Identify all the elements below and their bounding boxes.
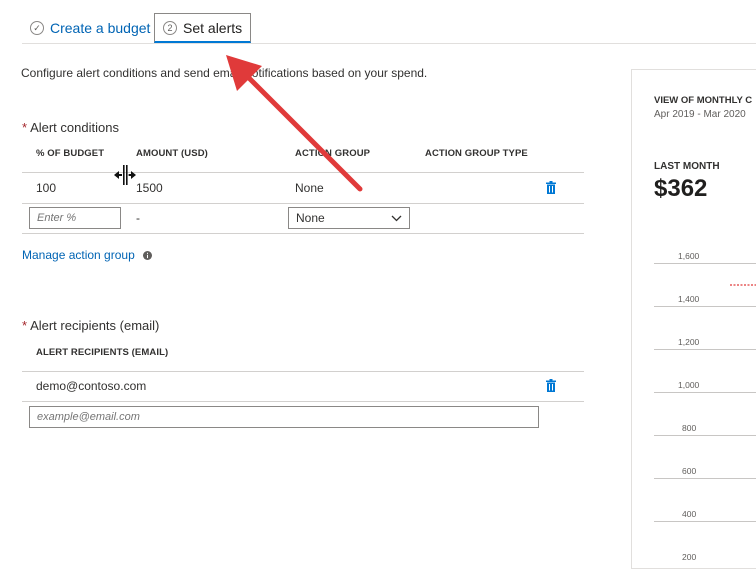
y-tick-label: 1,200 [678, 337, 700, 347]
tab-create-budget-label: Create a budget [50, 20, 151, 36]
chevron-down-icon [391, 215, 402, 221]
tab-create-budget[interactable]: ✓ Create a budget [30, 13, 150, 43]
last-month-value: $362 [654, 175, 708, 202]
alert-recipients-label: Alert recipients (email) [30, 318, 160, 333]
col-header-percent: % OF BUDGET [36, 148, 105, 159]
y-tick-label: 200 [682, 552, 697, 562]
header-divider [22, 172, 584, 173]
tab-set-alerts-label: Set alerts [183, 19, 243, 36]
y-tick-label: 800 [682, 423, 697, 433]
gridline [654, 435, 756, 436]
action-group-selected: None [296, 211, 325, 225]
tab-set-alerts[interactable]: 2 Set alerts [154, 13, 252, 43]
panel-title: VIEW OF MONTHLY C [654, 95, 753, 106]
tab-divider [22, 43, 756, 44]
gridline [654, 521, 756, 522]
cost-chart-panel [631, 69, 756, 569]
required-asterisk: * [22, 120, 28, 135]
col-header-action-group: ACTION GROUP [295, 148, 371, 159]
column-resize-cursor-icon [114, 165, 136, 185]
row-divider [22, 203, 584, 204]
col-header-amount: AMOUNT (USD) [136, 148, 208, 159]
recipients-header-divider [22, 371, 584, 372]
panel-date-range: Apr 2019 - Mar 2020 [654, 109, 746, 120]
step-number-badge: 2 [163, 20, 177, 35]
y-tick-label: 400 [682, 509, 697, 519]
gridline [654, 478, 756, 479]
gridline [654, 263, 756, 264]
y-tick-label: 600 [682, 466, 697, 476]
y-tick-label: 1,000 [678, 380, 700, 390]
row-divider-2 [22, 233, 584, 234]
gridline [654, 392, 756, 393]
info-icon[interactable] [143, 251, 153, 260]
manage-action-group-link[interactable]: Manage action group [22, 248, 153, 262]
delete-icon[interactable] [546, 379, 556, 392]
alert-conditions-label: Alert conditions [30, 120, 119, 135]
alert-conditions-title: * Alert conditions [22, 120, 119, 135]
row-percent: 100 [36, 181, 57, 195]
amount-placeholder: - [136, 211, 140, 225]
y-tick-label: 1,600 [678, 251, 700, 261]
row-amount: 1500 [136, 181, 163, 195]
check-icon: ✓ [30, 21, 44, 35]
manage-action-group-label: Manage action group [22, 248, 135, 262]
col-header-action-group-type: ACTION GROUP TYPE [425, 148, 528, 159]
delete-icon[interactable] [546, 181, 556, 194]
gridline [654, 349, 756, 350]
percent-input[interactable] [29, 207, 121, 229]
recipient-email: demo@contoso.com [36, 379, 147, 393]
col-header-recipients: ALERT RECIPIENTS (EMAIL) [36, 347, 169, 358]
gridline [654, 306, 756, 307]
recipients-row-divider [22, 401, 584, 402]
required-asterisk: * [22, 318, 28, 333]
budget-threshold-line [730, 284, 756, 286]
row-action-group: None [295, 181, 324, 195]
y-tick-label: 1,400 [678, 294, 700, 304]
recipient-email-input[interactable] [29, 406, 539, 428]
page-description: Configure alert conditions and send emai… [21, 66, 428, 80]
alert-recipients-title: * Alert recipients (email) [22, 318, 159, 333]
action-group-select[interactable]: None [288, 207, 410, 229]
wizard-tabs: ✓ Create a budget 2 Set alerts [0, 0, 756, 44]
last-month-label: LAST MONTH [654, 161, 720, 172]
